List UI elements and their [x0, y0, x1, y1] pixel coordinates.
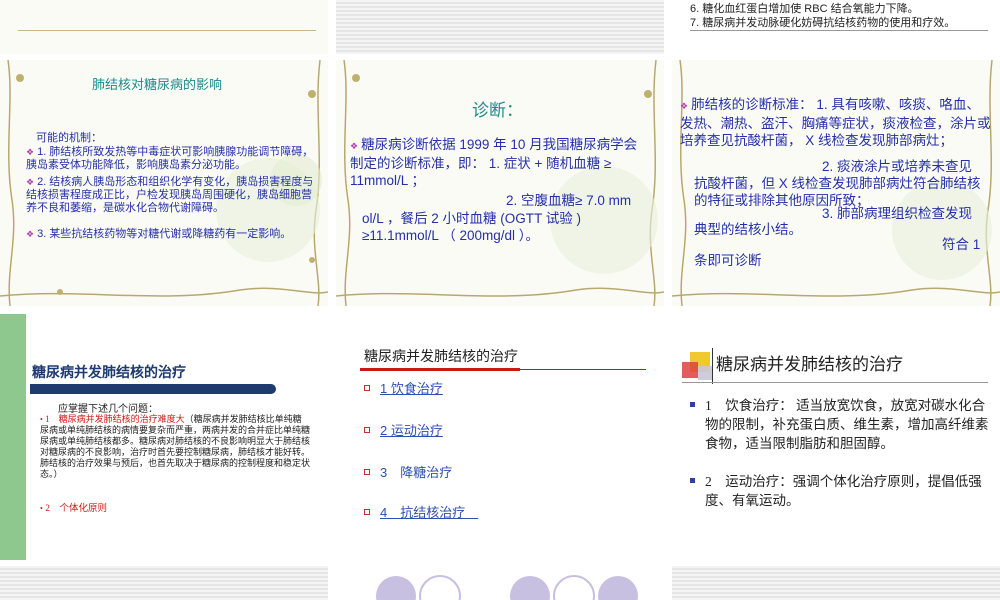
- detail-item-1: 1 饮食治疗： 适当放宽饮食，放宽对碳水化合物的限制，补充蛋白质、维生素，增加高…: [690, 396, 990, 453]
- slide-thumb-r0c1[interactable]: [336, 0, 664, 54]
- slide-thumb-diagnosis[interactable]: 诊断： 糖尿病诊断依据 1999 年 10 月我国糖尿病学会制定的诊断标准，即：…: [336, 60, 664, 306]
- slide-thumb-treatment-detail[interactable]: 糖尿病并发肺结核的治疗 1 饮食治疗： 适当放宽饮食，放宽对碳水化合物的限制，补…: [672, 314, 1000, 560]
- slide-title: 肺结核对糖尿病的影响: [92, 77, 223, 92]
- slide-title: 糖尿病并发肺结核的治疗: [716, 355, 903, 374]
- criteria-4-lead: 符合 1: [942, 237, 981, 252]
- diagnosis-para-1: 糖尿病诊断依据 1999 年 10 月我国糖尿病学会制定的诊断标准，即： 1. …: [350, 136, 650, 189]
- square-bullet-icon: [364, 426, 370, 433]
- treatment-item-1: • 1 糖尿病并发肺结核的治疗难度大（糖尿病并发肺结核比单纯糖尿病或单纯肺结核的…: [40, 414, 311, 479]
- criteria-3-lead: 3. 肺部病理组织检查发现: [822, 206, 973, 221]
- square-bullet-icon: [690, 402, 695, 407]
- mechanism-intro: 可能的机制：: [36, 132, 102, 144]
- slide-thumb-r0c2[interactable]: 6. 糖化血红蛋白增加使 RBC 结合氧能力下降。 7. 糖尿病并发动脉硬化妨碍…: [672, 0, 1000, 54]
- square-bullet-icon: [364, 468, 370, 475]
- slide-thumb-r3c2[interactable]: [672, 566, 1000, 600]
- lead-text: 应掌握下述几个问题：: [58, 404, 158, 415]
- treatment-item-2: • 2 个体化原则: [40, 504, 107, 514]
- title-rule-gray: [520, 369, 646, 370]
- corner-square-gray: [698, 366, 712, 380]
- criteria-2-lead: 2. 痰液涂片或培养未查见: [822, 159, 973, 174]
- criteria-2: 抗酸杆菌，但 X 线检查发现肺部病灶符合肺结核的特征或排除其他原因所致；: [694, 176, 981, 208]
- square-bullet-icon: [364, 508, 370, 515]
- top-line-7: 7. 糖尿病并发动脉硬化妨碍抗结核药物的使用和疗效。: [690, 17, 956, 29]
- menu-item-diet[interactable]: 1 饮食治疗: [364, 378, 443, 397]
- diagnosis-para-2: ol/L ，餐后 2 小时血糖 (OGTT 试验 ) ≥11.1mmol/L （…: [362, 211, 582, 243]
- criteria-4: 条即可诊断: [694, 253, 762, 268]
- slide-thumb-tb-criteria[interactable]: 肺结核的诊断标准： 1. 具有咳嗽、咳痰、咯血、发热、潮热、盗汗、胸痛等症状，痰…: [672, 60, 1000, 306]
- slide-thumb-tb-effect[interactable]: 肺结核对糖尿病的影响 可能的机制： 1. 肺结核所致发热等中毒症状可影响胰腺功能…: [0, 60, 328, 306]
- square-bullet-icon: [364, 384, 370, 391]
- title-underline-bar: [30, 384, 276, 394]
- detail-item-2: 2 运动治疗：强调个体化治疗原则，提倡低强度、有氧运动。: [690, 472, 990, 510]
- title-underline: [682, 382, 988, 383]
- title-rule-red: [360, 368, 520, 371]
- mechanism-item-2: 2. 结核病人胰岛形态和组织化学有变化，胰岛损害程度与结核损害程度成正比，户检发…: [26, 176, 318, 215]
- menu-item-glucose[interactable]: 3 降糖治疗: [364, 462, 452, 481]
- menu-item-anti-tb[interactable]: 4 抗结核治疗: [364, 502, 478, 521]
- slide-title: 糖尿病并发肺结核的治疗: [364, 350, 518, 365]
- mechanism-item-1: 1. 肺结核所致发热等中毒症状可影响胰腺功能调节障碍，胰岛素受体功能降低，影响胰…: [26, 146, 318, 172]
- slide-title: 糖尿病并发肺结核的治疗: [32, 364, 186, 380]
- item-1-highlight: 1 糖尿病并发肺结核的治疗难度大: [45, 414, 185, 424]
- item-2-label: 2 个体化原则: [45, 504, 107, 514]
- criteria-3: 典型的结核小结。: [694, 222, 802, 237]
- slide-thumb-treatment-menu[interactable]: 糖尿病并发肺结核的治疗 1 饮食治疗 2 运动治疗 3 降糖治疗 4 抗结核治疗: [336, 314, 664, 560]
- square-bullet-icon: [690, 478, 695, 483]
- mechanism-item-3: 3. 某些抗结核药物等对糖代谢或降糖药有一定影响。: [26, 228, 318, 241]
- diagnosis-para-2-lead: 2. 空腹血糖≥ 7.0 mm: [506, 193, 632, 208]
- criteria-1: 肺结核的诊断标准： 1. 具有咳嗽、咳痰、咯血、发热、潮热、盗汗、胸痛等症状，痰…: [680, 96, 992, 149]
- slide-sorter: 6. 糖化血红蛋白增加使 RBC 结合氧能力下降。 7. 糖尿病并发动脉硬化妨碍…: [0, 0, 1000, 600]
- title-divider: [712, 348, 713, 384]
- slide-title: 诊断：: [472, 101, 523, 120]
- slide-thumb-r0c0[interactable]: [0, 0, 328, 54]
- sidebar-green: [0, 314, 26, 560]
- circles-decoration: [376, 575, 638, 600]
- corner-square-red: [682, 362, 698, 378]
- slide-thumb-r3c0[interactable]: [0, 566, 328, 600]
- menu-item-exercise[interactable]: 2 运动治疗: [364, 420, 443, 439]
- slide-thumb-treatment-intro[interactable]: 糖尿病并发肺结核的治疗 应掌握下述几个问题： • 1 糖尿病并发肺结核的治疗难度…: [0, 314, 328, 560]
- slide-thumb-r3c1[interactable]: [336, 566, 664, 600]
